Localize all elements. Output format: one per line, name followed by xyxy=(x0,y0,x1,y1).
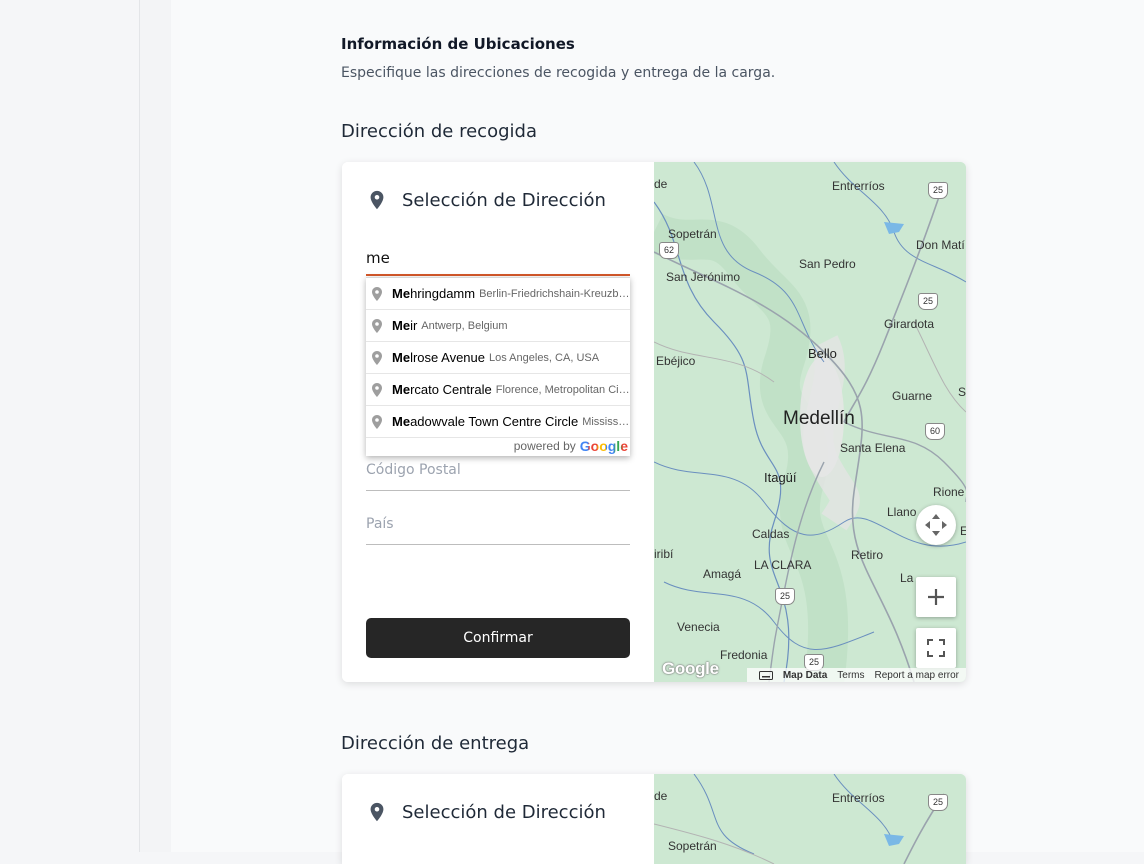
autocomplete-secondary-text: Los Angeles, CA, USA xyxy=(489,351,600,364)
map-label-venecia: Venecia xyxy=(677,620,720,634)
map-pin-icon xyxy=(370,190,384,210)
google-logo: Google xyxy=(662,659,719,678)
map-label-fredonia: Fredonia xyxy=(720,648,768,662)
route-shield: 25 xyxy=(928,794,948,811)
map-label-edge-de: de xyxy=(654,789,668,803)
map-label-edge-de: de xyxy=(654,177,668,191)
report-error-link[interactable]: Report a map error xyxy=(875,670,959,681)
route-shield: 25 xyxy=(928,182,948,199)
delivery-card-title: Selección de Dirección xyxy=(402,801,606,823)
map-label-ebejico: Ebéjico xyxy=(656,354,696,368)
postal-code-field[interactable]: Código Postal xyxy=(366,462,630,491)
autocomplete-secondary-text: Antwerp, Belgium xyxy=(421,319,508,332)
pickup-card-header: Selección de Dirección xyxy=(366,188,606,212)
pickup-address-input[interactable] xyxy=(366,242,630,276)
autocomplete-match: Me xyxy=(392,286,411,301)
map-label-santa-elena: Santa Elena xyxy=(840,441,906,455)
map-label-la-clara: LA CLARA xyxy=(754,558,812,572)
confirm-button[interactable]: Confirmar xyxy=(366,618,630,658)
keyboard-shortcuts-icon[interactable] xyxy=(758,670,773,680)
map-label-sopetran: Sopetrán xyxy=(668,839,717,853)
pickup-map[interactable]: Entrerríos Sopetrán Don Matí San Jerónim… xyxy=(654,162,966,682)
autocomplete-item[interactable]: Mehringdamm Berlin-Friedrichshain-Kreuzb… xyxy=(366,278,630,310)
map-label-bello: Bello xyxy=(808,346,837,361)
powered-by-text: powered by xyxy=(513,439,576,453)
powered-by-google: powered by Google xyxy=(514,438,628,454)
address-autocomplete-dropdown: Mehringdamm Berlin-Friedrichshain-Kreuzb… xyxy=(366,277,630,456)
route-shield: 25 xyxy=(775,588,795,605)
delivery-form-panel: Selección de Dirección xyxy=(342,774,654,864)
map-label-caldas: Caldas xyxy=(752,527,790,541)
autocomplete-match: Me xyxy=(392,318,411,333)
map-label-entrerrios: Entrerríos xyxy=(832,791,885,805)
google-brand-logo: Google xyxy=(579,438,628,454)
map-label-san-jeronimo: San Jerónimo xyxy=(666,270,741,284)
country-field[interactable]: País xyxy=(366,516,630,545)
delivery-map[interactable]: Entrerríos Sopetrán de 25 xyxy=(654,774,966,864)
map-label-san-pedro: San Pedro xyxy=(799,257,856,271)
route-shield: 25 xyxy=(918,293,938,310)
terms-link[interactable]: Terms xyxy=(837,670,864,681)
location-marker-icon xyxy=(372,350,382,365)
autocomplete-main-text: lrose Avenue xyxy=(410,350,485,365)
map-label-iribi: iribí xyxy=(654,547,674,561)
pickup-heading: Dirección de recogida xyxy=(341,121,537,142)
map-data-link[interactable]: Map Data xyxy=(783,670,827,681)
pan-arrows-icon xyxy=(925,514,947,536)
map-label-edge-s: S xyxy=(958,385,966,399)
map-label-itagui: Itagüí xyxy=(764,470,797,485)
location-marker-icon xyxy=(372,382,382,397)
location-marker-icon xyxy=(372,414,382,429)
map-label-edge-e: E xyxy=(960,524,966,538)
map-label-llano: Llano xyxy=(887,505,917,519)
autocomplete-main-text: ir xyxy=(410,318,418,333)
autocomplete-match: Me xyxy=(392,414,411,429)
left-sidebar xyxy=(0,0,140,852)
map-label-guarne: Guarne xyxy=(892,389,933,403)
autocomplete-match: Me xyxy=(392,382,411,397)
autocomplete-secondary-text: Berlin-Friedrichshain-Kreuzberg, Berlin,… xyxy=(479,287,630,300)
fullscreen-button[interactable] xyxy=(916,628,956,668)
map-label-medellin: Medellín xyxy=(783,408,855,429)
map-label-amaga: Amagá xyxy=(703,567,742,581)
autocomplete-main-text: adowvale Town Centre Circle xyxy=(410,414,579,429)
route-shield: 60 xyxy=(925,423,945,440)
fullscreen-icon xyxy=(927,639,945,657)
map-label-don-matias: Don Matí xyxy=(916,238,965,252)
delivery-address-card: Selección de Dirección Entrerríos Sopetr… xyxy=(342,774,966,864)
autocomplete-match: Me xyxy=(392,350,411,365)
map-label-la-ceja: La xyxy=(900,571,914,585)
location-marker-icon xyxy=(372,318,382,333)
autocomplete-item[interactable]: Meadowvale Town Centre Circle Mississaug… xyxy=(366,406,630,438)
autocomplete-secondary-text: Mississauga, ON, Canada xyxy=(582,415,630,428)
autocomplete-item[interactable]: Mercato Centrale Florence, Metropolitan … xyxy=(366,374,630,406)
autocomplete-main-text: rcato Centrale xyxy=(410,382,492,397)
map-label-rionegro: Rione xyxy=(933,485,965,499)
section-subtitle: Especifique las direcciones de recogida … xyxy=(341,65,776,81)
map-pin-icon xyxy=(370,802,384,822)
location-marker-icon xyxy=(372,286,382,301)
map-label-retiro: Retiro xyxy=(851,548,884,562)
delivery-heading: Dirección de entrega xyxy=(341,733,530,754)
route-shield: 62 xyxy=(659,242,679,259)
zoom-in-button[interactable] xyxy=(916,577,956,617)
autocomplete-item[interactable]: Meir Antwerp, Belgium xyxy=(366,310,630,342)
map-attribution-bar: Map Data Terms Report a map error xyxy=(746,668,966,682)
plus-icon xyxy=(928,589,944,605)
map-label-sopetran: Sopetrán xyxy=(668,227,717,241)
pickup-card-title: Selección de Dirección xyxy=(402,189,606,211)
map-label-entrerrios: Entrerríos xyxy=(832,179,885,193)
section-title: Información de Ubicaciones xyxy=(341,35,575,53)
delivery-card-header: Selección de Dirección xyxy=(366,800,606,824)
content-gutter xyxy=(140,0,171,852)
postal-code-placeholder: Código Postal xyxy=(366,462,461,478)
autocomplete-main-text: hringdamm xyxy=(410,286,476,301)
camera-control-button[interactable] xyxy=(916,505,956,545)
autocomplete-item[interactable]: Melrose Avenue Los Angeles, CA, USA xyxy=(366,342,630,374)
country-placeholder: País xyxy=(366,516,394,532)
autocomplete-secondary-text: Florence, Metropolitan City of Florence,… xyxy=(495,383,630,396)
map-label-girardota: Girardota xyxy=(884,317,935,331)
